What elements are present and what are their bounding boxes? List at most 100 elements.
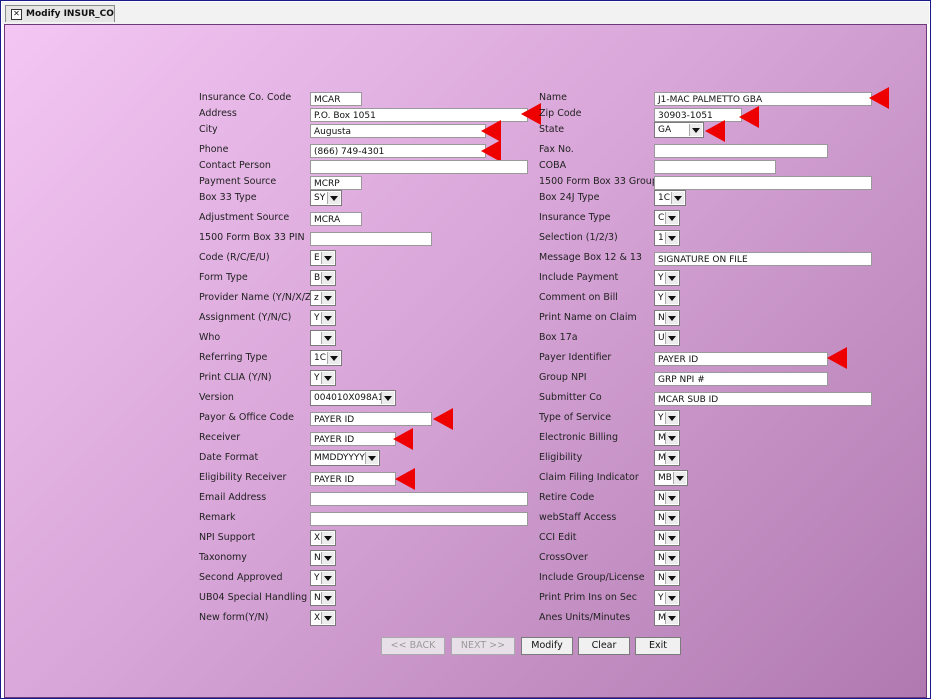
chevron-down-icon[interactable] <box>665 512 678 524</box>
chevron-down-icon[interactable] <box>327 192 340 204</box>
right-select-electronic-billing[interactable]: M <box>654 430 680 446</box>
chevron-down-icon[interactable] <box>665 572 678 584</box>
right-select-box-17a[interactable]: U <box>654 330 680 346</box>
right-select-eligibility[interactable]: M <box>654 450 680 466</box>
chevron-down-icon[interactable] <box>321 312 334 324</box>
right-field-coba[interactable] <box>654 160 776 174</box>
right-select-include-payment[interactable]: Y <box>654 270 680 286</box>
chevron-down-icon[interactable] <box>671 192 684 204</box>
right-select-print-name-on-claim[interactable]: N <box>654 310 680 326</box>
right-field-name[interactable]: J1-MAC PALMETTO GBA <box>654 92 872 106</box>
chevron-down-icon[interactable] <box>321 332 334 344</box>
right-select-selection-1-2-3[interactable]: 1 <box>654 230 680 246</box>
left-select-print-clia-y-n[interactable]: Y <box>310 370 336 386</box>
left-field-contact-person[interactable] <box>310 160 528 174</box>
chevron-down-icon[interactable] <box>321 272 334 284</box>
chevron-down-icon[interactable] <box>665 552 678 564</box>
left-select-referring-type[interactable]: 1C <box>310 350 342 366</box>
chevron-down-icon[interactable] <box>665 432 678 444</box>
left-select-ub04-special-handling[interactable]: N <box>310 590 336 606</box>
right-select-box-24j-type[interactable]: 1C <box>654 190 686 206</box>
chevron-down-icon[interactable] <box>321 252 334 264</box>
chevron-down-icon[interactable] <box>665 592 678 604</box>
chevron-down-icon[interactable] <box>321 372 334 384</box>
chevron-down-icon[interactable] <box>665 492 678 504</box>
tab-modify-insur-co[interactable]: ✕ Modify INSUR_CO <box>5 5 115 22</box>
left-select-npi-support[interactable]: X <box>310 530 336 546</box>
chevron-down-icon[interactable] <box>381 392 394 404</box>
left-field-payor-office-code[interactable]: PAYER ID <box>310 412 432 426</box>
select-value: N <box>658 493 665 503</box>
right-select-crossover[interactable]: N <box>654 550 680 566</box>
chevron-down-icon[interactable] <box>665 212 678 224</box>
right-select-type-of-service[interactable]: Y <box>654 410 680 426</box>
right-select-comment-on-bill[interactable]: Y <box>654 290 680 306</box>
right-label-eligibility: Eligibility <box>539 452 583 463</box>
right-select-cci-edit[interactable]: N <box>654 530 680 546</box>
next-button[interactable]: NEXT >> <box>451 637 515 655</box>
chevron-down-icon[interactable] <box>665 312 678 324</box>
left-select-new-form-y-n[interactable]: X <box>310 610 336 626</box>
chevron-down-icon[interactable] <box>665 332 678 344</box>
chevron-down-icon[interactable] <box>321 592 334 604</box>
modify-button[interactable]: Modify <box>521 637 573 655</box>
left-field-receiver[interactable]: PAYER ID <box>310 432 396 446</box>
right-field-message-box-12-13[interactable]: SIGNATURE ON FILE <box>654 252 872 266</box>
select-value: U <box>658 333 665 343</box>
left-select-date-format[interactable]: MMDDYYYY <box>310 450 380 466</box>
chevron-down-icon[interactable] <box>673 472 686 484</box>
left-select-box-33-type[interactable]: SY <box>310 190 342 206</box>
chevron-down-icon[interactable] <box>665 412 678 424</box>
chevron-down-icon[interactable] <box>689 124 702 136</box>
right-field-zip-code[interactable]: 30903-1051 <box>654 108 742 122</box>
left-field-city[interactable]: Augusta <box>310 124 486 138</box>
chevron-down-icon[interactable] <box>327 352 340 364</box>
right-select-state[interactable]: GA <box>654 122 704 138</box>
chevron-down-icon[interactable] <box>665 232 678 244</box>
right-field-payer-identifier[interactable]: PAYER ID <box>654 352 828 366</box>
left-select-code-r-c-e-u[interactable]: E <box>310 250 336 266</box>
chevron-down-icon[interactable] <box>321 552 334 564</box>
right-field-submitter-co[interactable]: MCAR SUB ID <box>654 392 872 406</box>
right-field-fax-no[interactable] <box>654 144 828 158</box>
left-field-1500-form-box-33-pin[interactable] <box>310 232 432 246</box>
chevron-down-icon[interactable] <box>321 612 334 624</box>
left-select-version[interactable]: 004010X098A1 <box>310 390 396 406</box>
exit-button[interactable]: Exit <box>635 637 681 655</box>
chevron-down-icon[interactable] <box>665 532 678 544</box>
chevron-down-icon[interactable] <box>665 612 678 624</box>
right-select-insurance-type[interactable]: C <box>654 210 680 226</box>
right-select-retire-code[interactable]: N <box>654 490 680 506</box>
chevron-down-icon[interactable] <box>665 292 678 304</box>
right-field-1500-form-box-33-group[interactable] <box>654 176 872 190</box>
left-select-taxonomy[interactable]: N <box>310 550 336 566</box>
right-field-group-npi[interactable]: GRP NPI # <box>654 372 828 386</box>
chevron-down-icon[interactable] <box>321 292 334 304</box>
chevron-down-icon[interactable] <box>665 452 678 464</box>
clear-button[interactable]: Clear <box>578 637 630 655</box>
left-field-phone[interactable]: (866) 749-4301 <box>310 144 486 158</box>
back-button[interactable]: << BACK <box>381 637 445 655</box>
left-select-second-approved[interactable]: Y <box>310 570 336 586</box>
chevron-down-icon[interactable] <box>321 532 334 544</box>
left-field-adjustment-source[interactable]: MCRA <box>310 212 362 226</box>
left-field-remark[interactable] <box>310 512 528 526</box>
right-select-webstaff-access[interactable]: N <box>654 510 680 526</box>
right-select-claim-filing-indicator[interactable]: MB <box>654 470 688 486</box>
left-field-eligibility-receiver[interactable]: PAYER ID <box>310 472 396 486</box>
right-select-anes-units-minutes[interactable]: M <box>654 610 680 626</box>
left-field-email-address[interactable] <box>310 492 528 506</box>
right-select-include-group-license[interactable]: N <box>654 570 680 586</box>
left-select-provider-name-y-n-x-z[interactable]: z <box>310 290 336 306</box>
chevron-down-icon[interactable] <box>665 272 678 284</box>
left-field-insurance-co-code[interactable]: MCAR <box>310 92 362 106</box>
right-select-print-prim-ins-on-sec[interactable]: Y <box>654 590 680 606</box>
left-field-payment-source[interactable]: MCRP <box>310 176 362 190</box>
chevron-down-icon[interactable] <box>365 452 378 464</box>
right-label-box-24j-type: Box 24J Type <box>539 192 600 203</box>
left-select-who[interactable] <box>310 330 336 346</box>
left-select-form-type[interactable]: B <box>310 270 336 286</box>
left-select-assignment-y-n-c[interactable]: Y <box>310 310 336 326</box>
close-icon[interactable]: ✕ <box>11 8 22 20</box>
chevron-down-icon[interactable] <box>321 572 334 584</box>
